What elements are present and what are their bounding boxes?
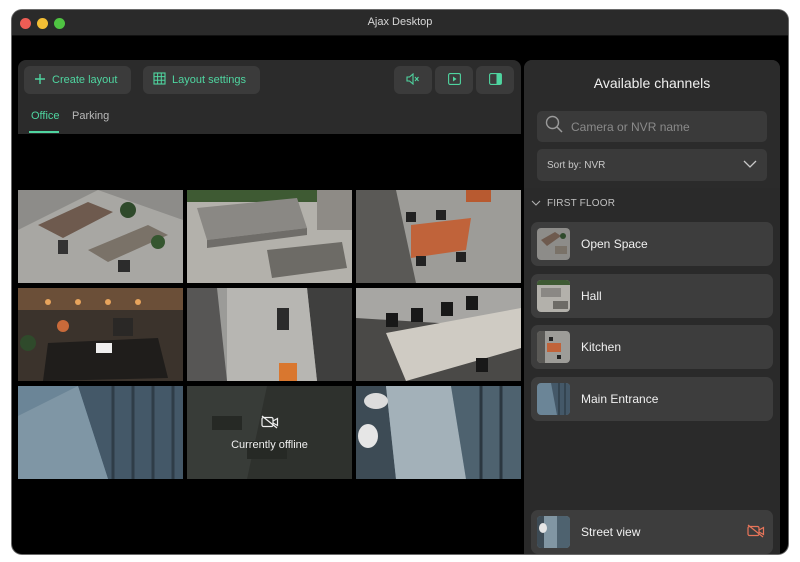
channel-name: Main Entrance — [581, 392, 659, 406]
camera-offline-icon — [747, 524, 765, 541]
tab-parking[interactable]: Parking — [72, 110, 109, 122]
layout-settings-button[interactable]: Layout settings — [143, 66, 260, 94]
chevron-down-icon — [743, 160, 757, 171]
camera-grid: Currently offline — [18, 190, 521, 479]
search-input[interactable] — [571, 119, 761, 134]
channel-item[interactable]: Main Entrance — [531, 377, 773, 421]
camera-tile-office-6[interactable] — [356, 288, 521, 381]
layout-toolbar: Create layout Layout settings Office Par… — [18, 60, 521, 134]
offline-overlay: Currently offline — [187, 386, 352, 479]
channel-thumbnail — [537, 280, 570, 312]
tab-office[interactable]: Office — [31, 110, 60, 122]
mute-button[interactable] — [394, 66, 432, 94]
window-title: Ajax Desktop — [367, 16, 433, 28]
channel-thumbnail — [537, 331, 570, 363]
offline-text: Currently offline — [231, 438, 308, 451]
play-icon — [447, 72, 461, 88]
create-layout-button[interactable]: Create layout — [24, 66, 131, 94]
available-channels-panel: Available channels Sort by: NVR FIRST FL… — [524, 60, 780, 554]
search-box[interactable] — [537, 111, 767, 142]
channel-thumbnail — [537, 383, 570, 415]
play-button[interactable] — [435, 66, 473, 94]
layout-tabs: Office Parking — [18, 104, 521, 134]
panel-title: Available channels — [593, 75, 711, 91]
channel-item[interactable]: Kitchen — [531, 325, 773, 369]
title-bar: Ajax Desktop — [12, 10, 788, 36]
camera-tile-office-4[interactable] — [18, 288, 183, 381]
camera-tile-office-7[interactable] — [18, 386, 183, 479]
channel-item[interactable]: Open Space — [531, 222, 773, 266]
channel-name: Hall — [581, 289, 602, 303]
camera-tile-office-5[interactable] — [187, 288, 352, 381]
camera-offline-icon — [260, 415, 279, 429]
search-icon — [545, 115, 563, 138]
camera-tile-office-9[interactable] — [356, 386, 521, 479]
channel-thumbnail — [537, 228, 570, 260]
channel-name: Kitchen — [581, 340, 622, 354]
app-window: Ajax Desktop Create layout Layout settin… — [12, 10, 788, 554]
channel-name: Street view — [581, 525, 641, 539]
sort-dropdown[interactable]: Sort by: NVR — [537, 149, 767, 181]
create-layout-label: Create layout — [52, 74, 118, 86]
camera-tile-office-2[interactable] — [187, 190, 352, 283]
camera-tile-offline[interactable]: Currently offline — [187, 386, 352, 479]
channel-item[interactable]: Hall — [531, 274, 773, 318]
plus-icon — [34, 73, 46, 88]
mute-icon — [406, 72, 420, 88]
toggle-side-panel-button[interactable] — [476, 66, 514, 94]
chevron-down-icon — [531, 198, 541, 209]
channel-item-street-view[interactable]: Street view — [531, 510, 773, 554]
camera-tile-office-3[interactable] — [356, 190, 521, 283]
camera-tile-office-1[interactable] — [18, 190, 183, 283]
active-tab-indicator — [29, 131, 59, 133]
layout-settings-label: Layout settings — [172, 74, 246, 86]
section-first-floor[interactable]: FIRST FLOOR — [531, 198, 615, 209]
section-label: FIRST FLOOR — [547, 198, 616, 209]
channel-name: Open Space — [581, 237, 648, 251]
side-panel-icon — [488, 72, 502, 88]
channels-header: Available channels Sort by: NVR — [524, 60, 780, 188]
channel-thumbnail — [537, 516, 570, 548]
sort-label: Sort by: NVR — [547, 159, 606, 171]
grid-settings-icon — [153, 72, 166, 88]
